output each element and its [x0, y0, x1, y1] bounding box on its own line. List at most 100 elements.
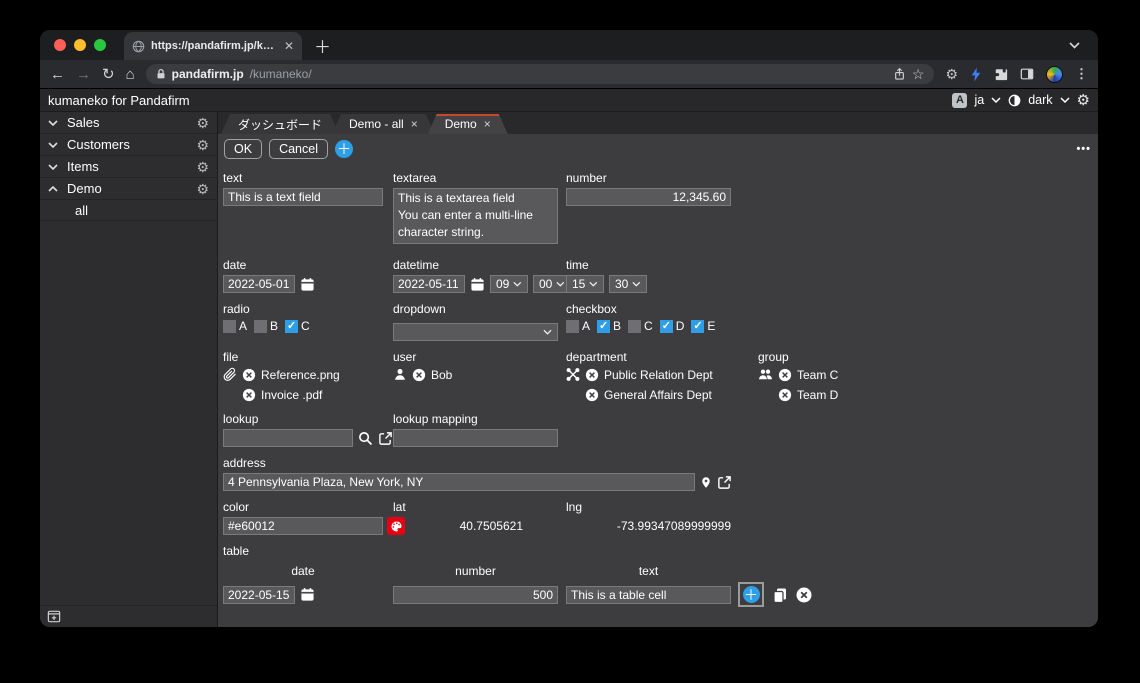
browser-tab-close-icon[interactable]: ✕	[284, 40, 294, 52]
reload-icon[interactable]: ↻	[102, 67, 115, 82]
datetime-date-input[interactable]	[393, 275, 465, 293]
sidebar-item-demo[interactable]: Demo ⚙	[40, 178, 217, 200]
datetime-hour-select[interactable]: 09	[490, 275, 528, 293]
radio-option-b[interactable]: B	[254, 319, 278, 333]
items-settings-gear-icon[interactable]: ⚙	[196, 160, 209, 174]
field-number: number	[566, 171, 731, 206]
lightning-extension-icon[interactable]	[970, 67, 982, 82]
radio-option-c[interactable]: C	[285, 319, 310, 333]
browser-tab-title: https://pandafirm.jp/kumaneko	[151, 40, 278, 52]
checkbox-option-d[interactable]: D	[659, 319, 684, 333]
checkbox-option-b[interactable]: B	[597, 319, 621, 333]
share-icon[interactable]	[893, 67, 906, 81]
theme-select[interactable]: dark	[1028, 93, 1052, 107]
browser-window: https://pandafirm.jp/kumaneko ✕ ＋ ← → ↻ …	[40, 30, 1098, 627]
sidebar-footer	[40, 605, 217, 627]
side-panel-icon[interactable]	[1020, 67, 1034, 81]
more-options-icon[interactable]: •••	[1076, 143, 1091, 155]
table-number-input[interactable]	[393, 585, 558, 604]
app-settings-gear-icon[interactable]: ⚙	[1077, 93, 1090, 108]
ok-button[interactable]: OK	[224, 138, 263, 159]
add-row-button[interactable]: ＋	[742, 586, 760, 603]
add-button[interactable]: ＋	[334, 139, 353, 158]
field-label: file	[223, 350, 239, 364]
browser-tab[interactable]: https://pandafirm.jp/kumaneko ✕	[124, 32, 302, 60]
remove-icon[interactable]	[778, 368, 792, 382]
tab-close-icon[interactable]: ×	[411, 118, 418, 130]
duplicate-row-icon[interactable]	[772, 587, 788, 603]
table-date-input[interactable]	[223, 585, 295, 604]
sidebar-item-sales[interactable]: Sales ⚙	[40, 112, 217, 134]
color-input[interactable]	[223, 517, 383, 535]
minimize-window-button[interactable]	[74, 39, 86, 51]
field-color: color	[223, 500, 405, 535]
radio-option-a[interactable]: A	[223, 319, 247, 333]
zoom-window-button[interactable]	[94, 39, 106, 51]
address-input[interactable]	[223, 473, 695, 491]
close-window-button[interactable]	[54, 39, 66, 51]
search-icon[interactable]	[358, 431, 373, 446]
browser-tabstrip: https://pandafirm.jp/kumaneko ✕ ＋	[40, 30, 1098, 60]
remove-icon[interactable]	[412, 368, 426, 382]
table-text-input[interactable]	[566, 585, 731, 604]
group-icon[interactable]	[758, 367, 773, 382]
theme-chevron-icon[interactable]	[1060, 97, 1070, 103]
map-pin-icon[interactable]	[700, 475, 712, 490]
number-input[interactable]	[566, 188, 731, 206]
remove-icon[interactable]	[585, 368, 599, 382]
tab-demo[interactable]: Demo ×	[428, 114, 508, 134]
lookup-mapping-input[interactable]	[393, 429, 558, 447]
demo-settings-gear-icon[interactable]: ⚙	[196, 182, 209, 196]
add-app-icon[interactable]	[47, 610, 61, 623]
time-minute-select[interactable]: 30	[609, 275, 647, 293]
language-select[interactable]: ja	[974, 93, 984, 107]
sidebar-item-customers[interactable]: Customers ⚙	[40, 134, 217, 156]
calendar-icon[interactable]	[470, 277, 485, 292]
remove-icon[interactable]	[242, 368, 256, 382]
calendar-icon[interactable]	[300, 587, 315, 602]
sales-settings-gear-icon[interactable]: ⚙	[196, 116, 209, 130]
sidebar-item-items[interactable]: Items ⚙	[40, 156, 217, 178]
forward-icon[interactable]: →	[76, 67, 91, 82]
paperclip-icon[interactable]	[223, 367, 237, 382]
checkbox-option-e[interactable]: E	[691, 319, 715, 333]
customers-settings-gear-icon[interactable]: ⚙	[196, 138, 209, 152]
organization-icon[interactable]	[566, 367, 580, 382]
contrast-icon	[1008, 94, 1021, 106]
cancel-button[interactable]: Cancel	[269, 138, 328, 159]
text-input[interactable]	[223, 188, 383, 206]
dropdown-select[interactable]	[393, 323, 558, 341]
lookup-input[interactable]	[223, 429, 353, 447]
delete-row-icon[interactable]	[796, 587, 812, 603]
tab-search-chevron-icon[interactable]	[1069, 41, 1080, 49]
home-icon[interactable]: ⌂	[126, 67, 135, 82]
profile-avatar[interactable]	[1046, 65, 1063, 83]
address-bar[interactable]: pandafirm.jp/kumaneko/ ☆	[145, 64, 935, 84]
checkbox-option-a[interactable]: A	[566, 319, 590, 333]
remove-icon[interactable]	[778, 388, 792, 402]
checkbox-option-c[interactable]: C	[628, 319, 653, 333]
user-icon[interactable]	[393, 367, 407, 382]
checkbox-box	[628, 319, 642, 333]
remove-icon[interactable]	[242, 388, 256, 402]
textarea-input[interactable]: This is a textarea field You can enter a…	[393, 188, 558, 244]
extensions-puzzle-icon[interactable]	[994, 67, 1008, 81]
date-input[interactable]	[223, 275, 295, 293]
chevron-down-icon	[48, 163, 58, 170]
time-hour-select[interactable]: 15	[566, 275, 604, 293]
field-label: checkbox	[566, 302, 617, 316]
tab-demo-all[interactable]: Demo - all ×	[332, 114, 435, 134]
new-tab-button[interactable]: ＋	[314, 33, 331, 58]
extension-gear-icon[interactable]: ⚙	[945, 67, 958, 81]
tab-dashboard[interactable]: ダッシュボード	[221, 114, 339, 134]
sidebar-item-demo-all[interactable]: all	[40, 200, 217, 221]
remove-icon[interactable]	[585, 388, 599, 402]
calendar-icon[interactable]	[300, 277, 315, 292]
language-chevron-icon[interactable]	[991, 97, 1001, 103]
back-icon[interactable]: ←	[50, 67, 65, 82]
tab-close-icon[interactable]: ×	[484, 118, 491, 130]
open-external-icon[interactable]	[378, 431, 393, 446]
open-map-external-icon[interactable]	[717, 475, 732, 490]
bookmark-star-icon[interactable]: ☆	[912, 66, 925, 83]
browser-menu-icon[interactable]: ⋮	[1075, 66, 1088, 82]
